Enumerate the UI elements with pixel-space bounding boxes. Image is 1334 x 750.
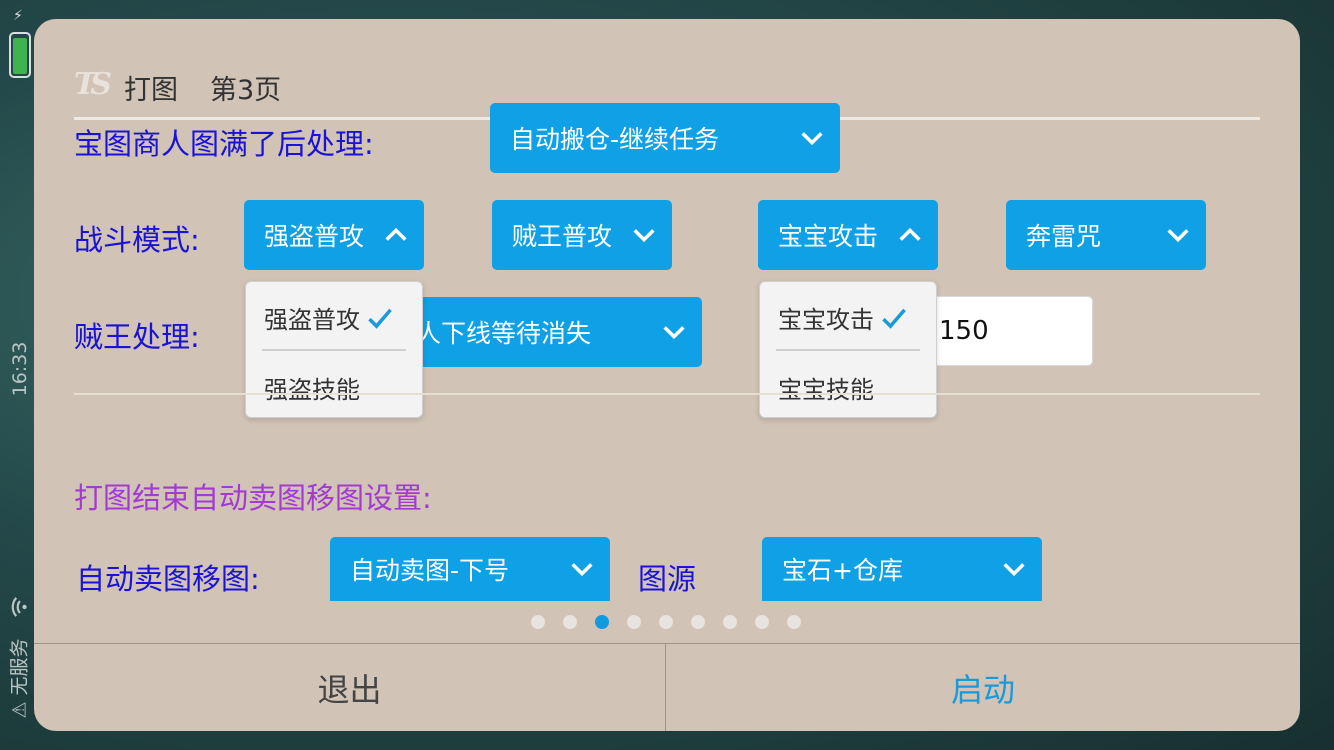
dialog-title: 打图	[124, 74, 178, 106]
chevron-down-icon	[1003, 563, 1025, 577]
ts-logo: TS	[74, 67, 112, 102]
sell-dropdown-value: 自动卖图-下号	[350, 556, 510, 585]
chevron-up-icon	[899, 227, 921, 241]
battle-menu-1: 强盗普攻 强盗技能	[245, 281, 423, 418]
section-title: 打图结束自动卖图移图设置:	[74, 481, 432, 515]
menu-option-1[interactable]: 宝宝攻击	[778, 300, 874, 335]
page-dot[interactable]	[531, 615, 545, 629]
menu-divider	[776, 349, 920, 351]
chevron-down-icon	[571, 563, 593, 577]
menu-divider	[262, 349, 406, 351]
battle-dropdown-2-value: 贼王普攻	[512, 222, 613, 251]
sell-dropdown[interactable]: 自动卖图-下号	[330, 537, 610, 601]
battle-dropdown-3-value: 宝宝攻击	[778, 222, 879, 251]
thief-value-input[interactable]: 150	[916, 296, 1093, 366]
carrier-label: ⚠ 无服务	[8, 638, 31, 719]
battle-dropdown-4[interactable]: 奔雷咒	[1006, 200, 1206, 270]
page-dots	[531, 615, 801, 629]
merchant-dropdown[interactable]: 自动搬仓-继续任务	[490, 103, 840, 173]
battle-dropdown-1-value: 强盗普攻	[264, 222, 365, 251]
menu-option-2[interactable]: 强盗技能	[264, 370, 360, 405]
page-dot[interactable]	[659, 615, 673, 629]
merchant-dropdown-value: 自动搬仓-继续任务	[510, 125, 720, 154]
sell-label: 自动卖图移图:	[76, 562, 260, 596]
thief-dropdown[interactable]: 人下线等待消失	[404, 297, 702, 367]
dialog-footer: 退出 启动	[34, 643, 1300, 731]
page-dot[interactable]	[691, 615, 705, 629]
page-dot[interactable]	[723, 615, 737, 629]
chevron-down-icon	[663, 326, 685, 340]
menu-option-1[interactable]: 强盗普攻	[264, 300, 360, 335]
chevron-down-icon	[1167, 229, 1189, 243]
page-dot[interactable]	[595, 615, 609, 629]
chevron-up-icon	[385, 227, 407, 241]
source-dropdown-value: 宝石+仓库	[782, 556, 903, 585]
start-button[interactable]: 启动	[666, 644, 1300, 731]
exit-button[interactable]: 退出	[34, 644, 666, 731]
battle-dropdown-2[interactable]: 贼王普攻	[492, 200, 672, 270]
battle-dropdown-3[interactable]: 宝宝攻击	[758, 200, 938, 270]
page-dot[interactable]	[563, 615, 577, 629]
page-indicator: 第3页	[210, 74, 282, 106]
battle-mode-label: 战斗模式:	[74, 223, 200, 257]
source-label: 图源	[638, 562, 697, 596]
menu-option-2[interactable]: 宝宝技能	[778, 370, 874, 405]
page-dot[interactable]	[787, 615, 801, 629]
chevron-down-icon	[633, 229, 655, 243]
battle-dropdown-1[interactable]: 强盗普攻	[244, 200, 424, 270]
battle-menu-3: 宝宝攻击 宝宝技能	[759, 281, 937, 418]
page-dot[interactable]	[627, 615, 641, 629]
chevron-down-icon	[801, 132, 823, 146]
section-divider	[74, 393, 1260, 395]
thief-label: 贼王处理:	[74, 320, 200, 354]
battle-dropdown-4-value: 奔雷咒	[1026, 222, 1102, 251]
battery-icon	[9, 32, 31, 78]
page-dot[interactable]	[755, 615, 769, 629]
source-dropdown[interactable]: 宝石+仓库	[762, 537, 1042, 601]
status-time: 16:33	[9, 341, 31, 397]
charging-icon: ⚡	[13, 8, 23, 24]
checkmark-icon	[368, 308, 392, 329]
merchant-label: 宝图商人图满了后处理:	[74, 127, 374, 161]
status-bar: ⚡ 16:33 ⚠ 无服务	[0, 0, 34, 750]
wifi-icon	[11, 597, 27, 617]
checkmark-icon	[882, 308, 906, 329]
thief-dropdown-value: 人下线等待消失	[416, 319, 592, 348]
thief-value-input-text: 150	[939, 316, 989, 346]
dialog: TS 打图 第3页 宝图商人图满了后处理: 自动搬仓-继续任务 战斗模式: 强盗…	[34, 19, 1300, 731]
dialog-header: TS 打图 第3页	[74, 67, 281, 107]
